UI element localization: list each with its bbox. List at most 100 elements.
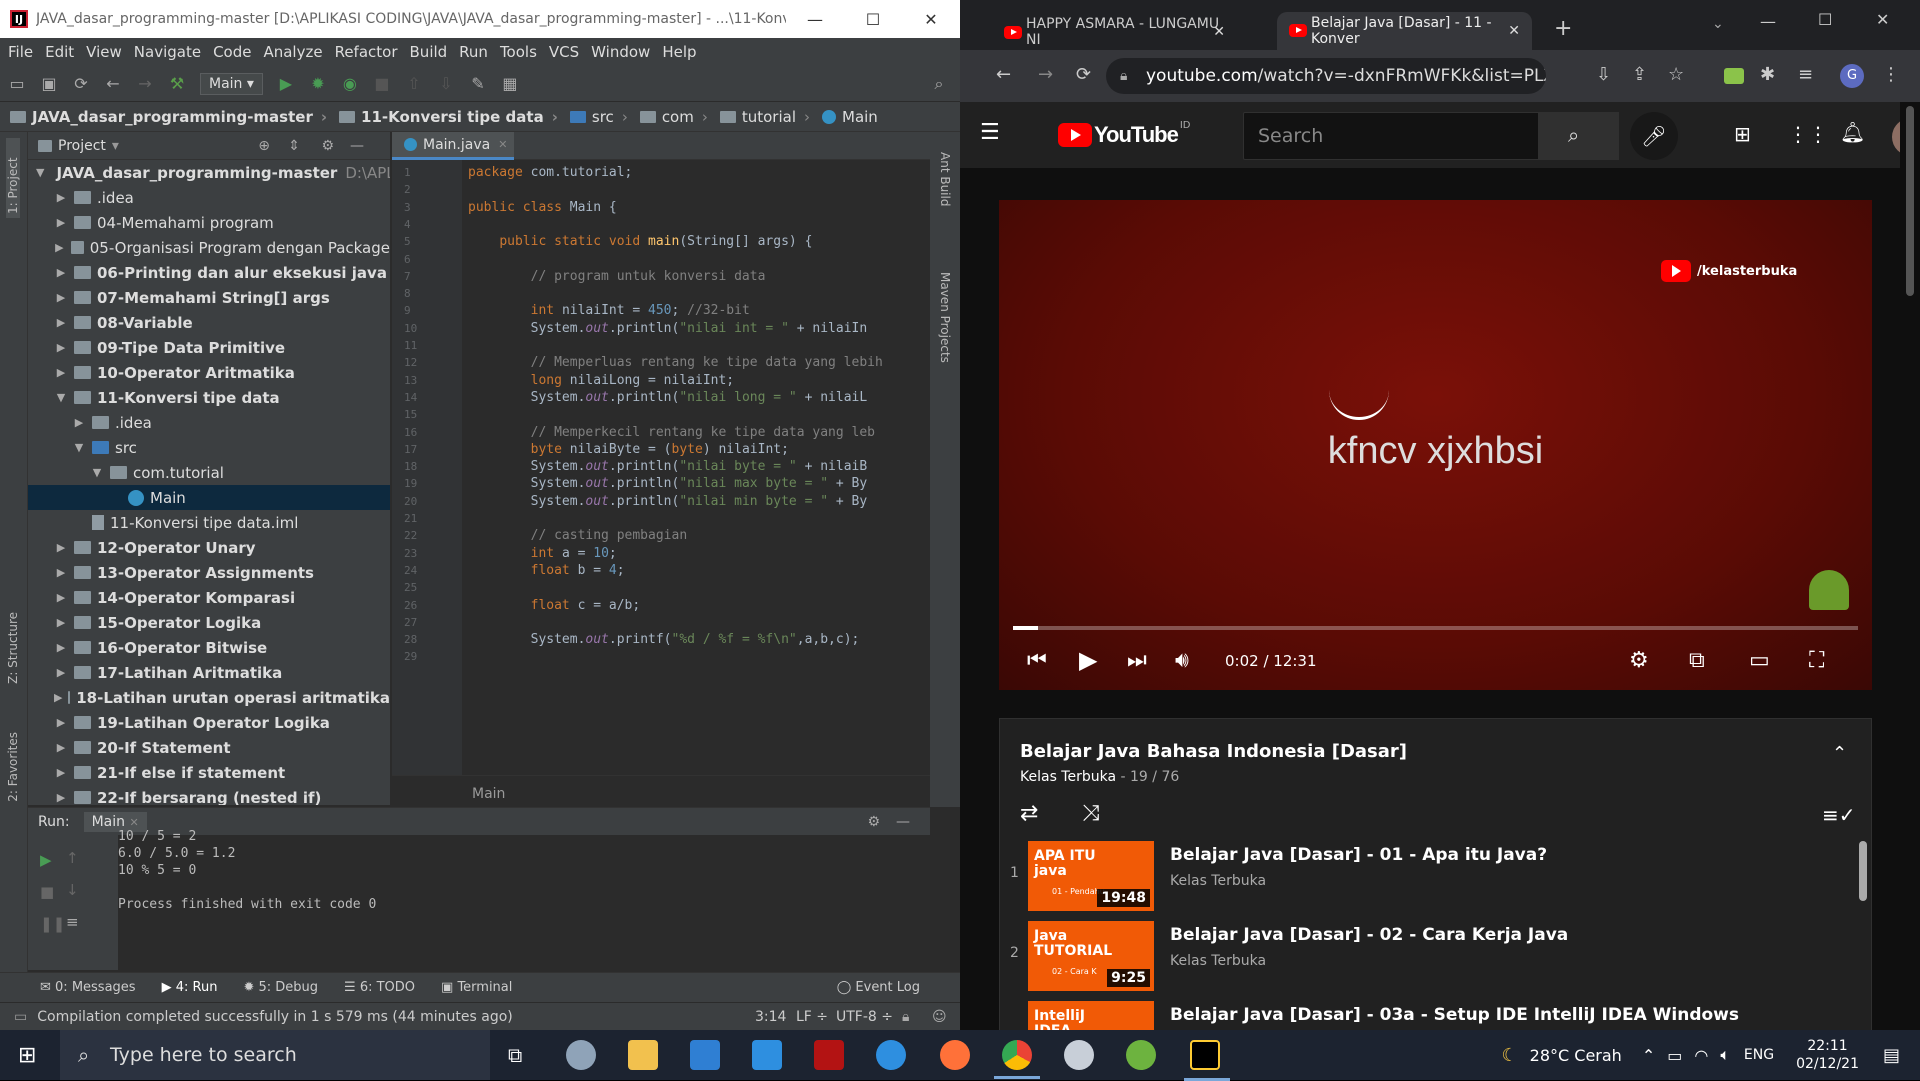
expanded-arrow-icon[interactable]: ▼ bbox=[90, 466, 104, 479]
run-tool-tab[interactable]: ▶ 4: Run bbox=[162, 980, 218, 995]
acrobat-icon[interactable] bbox=[814, 1040, 844, 1070]
collapsed-arrow-icon[interactable]: ▶ bbox=[54, 791, 68, 804]
scroll-down-icon[interactable]: ↓ bbox=[66, 881, 79, 899]
chrome-icon[interactable] bbox=[994, 1040, 1040, 1079]
address-bar[interactable]: 🔒︎ youtube.com/watch?v=-dxnFRmWFKk&list=… bbox=[1106, 58, 1546, 94]
menu-code[interactable]: Code bbox=[213, 43, 251, 61]
menu-window[interactable]: Window bbox=[591, 43, 650, 61]
browser-tab-active[interactable]: Belajar Java [Dasar] - 11 - Konver ✕ bbox=[1277, 12, 1532, 50]
expanded-arrow-icon[interactable]: ▼ bbox=[72, 441, 86, 454]
menu-tools[interactable]: Tools bbox=[500, 43, 537, 61]
settings-wrench-icon[interactable]: ✎ bbox=[469, 74, 487, 93]
weather-text[interactable]: 28°C Cerah bbox=[1530, 1046, 1622, 1065]
status-panel-icon[interactable]: ▭ bbox=[14, 1009, 27, 1025]
menu-refactor[interactable]: Refactor bbox=[335, 43, 398, 61]
cursor-position[interactable]: 3:14 bbox=[755, 1009, 786, 1025]
collapsed-arrow-icon[interactable]: ▶ bbox=[54, 366, 68, 379]
show-hidden-icons-icon[interactable]: ⌃ bbox=[1642, 1046, 1655, 1065]
lock-icon[interactable]: 🔒︎ bbox=[902, 1009, 909, 1025]
input-language[interactable]: ENG bbox=[1744, 1047, 1774, 1063]
code-line[interactable]: System.out.printf("%d / %f = %f\n",a,b,c… bbox=[468, 629, 860, 650]
miniplayer-icon[interactable]: ⧉ bbox=[1689, 648, 1705, 673]
tree-item[interactable]: ▶ 05-Organisasi Program dengan Package bbox=[28, 235, 390, 260]
open-folder-icon[interactable]: ▭ bbox=[8, 74, 26, 93]
notification-center-icon[interactable]: ▤ bbox=[1883, 1045, 1900, 1066]
playlist-item-title[interactable]: Belajar Java [Dasar] - 02 - Cara Kerja J… bbox=[1170, 925, 1568, 945]
editor-tab-main-java[interactable]: Main.java ✕ bbox=[392, 132, 514, 160]
tree-item[interactable]: ▶ 22-If bersarang (nested if) bbox=[28, 785, 390, 806]
debug-tool-tab[interactable]: ✹ 5: Debug bbox=[243, 980, 318, 995]
tree-item[interactable]: ▶ 13-Operator Assignments bbox=[28, 560, 390, 585]
menu-help[interactable]: Help bbox=[662, 43, 696, 61]
maven-projects-tool-tab[interactable]: Maven Projects bbox=[938, 272, 952, 363]
stop-icon[interactable]: ■ bbox=[40, 883, 54, 901]
scrollbar-thumb[interactable] bbox=[1906, 106, 1914, 296]
menu-vcs[interactable]: VCS bbox=[549, 43, 579, 61]
close-tab-icon[interactable]: ✕ bbox=[498, 138, 507, 151]
spring-tool-icon[interactable] bbox=[1126, 1040, 1156, 1070]
video-thumbnail[interactable]: IntelliJ IDEA bbox=[1028, 1001, 1154, 1030]
tree-item[interactable]: ▶ .idea bbox=[28, 185, 390, 210]
inspector-icon[interactable]: ☺ bbox=[932, 1009, 947, 1025]
scroll-up-icon[interactable]: ↑ bbox=[66, 849, 79, 867]
playlist-item[interactable]: IntelliJ IDEA Belajar Java [Dasar] - 03a … bbox=[1000, 995, 1860, 1030]
back-icon[interactable]: ← bbox=[996, 64, 1011, 85]
youtube-search-button[interactable]: ⌕ bbox=[1539, 112, 1619, 160]
sync-icon[interactable]: ⟳ bbox=[72, 74, 90, 93]
next-video-icon[interactable]: ⏭ bbox=[1127, 648, 1147, 673]
playlist-item-title[interactable]: Belajar Java [Dasar] - 03a - Setup IDE I… bbox=[1170, 1005, 1739, 1025]
maximize-button[interactable]: ☐ bbox=[844, 10, 902, 29]
tree-item[interactable]: ▶ 18-Latihan urutan operasi aritmatika bbox=[28, 685, 390, 710]
tree-item[interactable]: ▼ 11-Konversi tipe data bbox=[28, 385, 390, 410]
youtube-search-input[interactable]: Search bbox=[1243, 112, 1539, 160]
windows-start-icon[interactable]: ⊞ bbox=[18, 1043, 36, 1068]
collapse-chevron-icon[interactable]: ⌃ bbox=[1832, 743, 1847, 764]
gear-icon[interactable]: ⚙ bbox=[867, 814, 880, 830]
tree-item[interactable]: ▶ 12-Operator Unary bbox=[28, 535, 390, 560]
code-line[interactable]: public class Main { bbox=[468, 197, 617, 218]
save-all-icon[interactable]: ▣ bbox=[40, 74, 58, 93]
project-view-select[interactable]: Project bbox=[58, 138, 106, 154]
playlist-channel[interactable]: Kelas Terbuka bbox=[1020, 769, 1116, 785]
expanded-arrow-icon[interactable]: ▼ bbox=[36, 166, 44, 179]
playlist-item[interactable]: 1 APA ITU java 01 - Pendahu 19:48 Belajar Ja… bbox=[1000, 835, 1860, 915]
project-tool-tab[interactable]: 1: Project bbox=[6, 138, 20, 218]
code-line[interactable]: // program untuk konversi data bbox=[468, 266, 766, 287]
battery-icon[interactable]: ▭ bbox=[1667, 1046, 1682, 1065]
media-control-icon[interactable]: ≡ bbox=[1798, 64, 1813, 85]
breadcrumb-item[interactable]: tutorial bbox=[719, 108, 810, 126]
tree-item[interactable]: ▶ 20-If Statement bbox=[28, 735, 390, 760]
messages-tab[interactable]: ✉ 0: Messages bbox=[40, 980, 136, 995]
extensions-puzzle-icon[interactable]: ✱ bbox=[1760, 64, 1775, 85]
hamburger-menu-icon[interactable]: ☰ bbox=[980, 120, 1000, 145]
forward-icon[interactable]: → bbox=[1038, 64, 1053, 85]
run-icon[interactable]: ▶ bbox=[277, 74, 295, 93]
coverage-icon[interactable]: ◉ bbox=[341, 74, 359, 93]
code-line[interactable]: float c = a/b; bbox=[468, 595, 641, 616]
speaker-icon[interactable]: 🔈︎ bbox=[1720, 1045, 1730, 1065]
page-scrollbar[interactable] bbox=[1900, 102, 1920, 1030]
ant-build-tool-tab[interactable]: Ant Build bbox=[938, 152, 952, 206]
microsoft-store-icon[interactable] bbox=[690, 1040, 720, 1070]
video-thumbnail[interactable]: Java TUTORIAL 02 - Cara K 9:25 bbox=[1028, 921, 1154, 991]
minimize-button[interactable]: — bbox=[786, 10, 844, 29]
collapsed-arrow-icon[interactable]: ▶ bbox=[54, 691, 62, 704]
minimize-button[interactable]: — bbox=[1760, 12, 1776, 31]
profile-avatar[interactable]: G bbox=[1840, 64, 1864, 88]
collapsed-arrow-icon[interactable]: ▶ bbox=[54, 741, 68, 754]
bookmark-star-icon[interactable]: ☆ bbox=[1668, 64, 1684, 85]
close-button[interactable]: ✕ bbox=[1876, 10, 1889, 29]
fullscreen-icon[interactable]: ⛶ bbox=[1809, 648, 1824, 673]
locate-icon[interactable]: ⊕ bbox=[258, 138, 270, 154]
soft-wrap-icon[interactable]: ≡ bbox=[66, 913, 79, 931]
tree-item[interactable]: ▶ 04-Memahami program bbox=[28, 210, 390, 235]
breadcrumb-item[interactable]: Main bbox=[822, 108, 886, 126]
video-progress-bar[interactable] bbox=[1013, 626, 1858, 630]
tab-search-icon[interactable]: ⌄ bbox=[1712, 16, 1724, 32]
theater-mode-icon[interactable]: ▭ bbox=[1749, 648, 1770, 673]
maximize-button[interactable]: ☐ bbox=[1818, 10, 1832, 29]
menu-analyze[interactable]: Analyze bbox=[263, 43, 322, 61]
collapsed-arrow-icon[interactable]: ▶ bbox=[54, 541, 68, 554]
code-line[interactable]: System.out.println("nilai int = " + nila… bbox=[468, 318, 868, 339]
file-explorer-icon[interactable] bbox=[628, 1040, 658, 1070]
